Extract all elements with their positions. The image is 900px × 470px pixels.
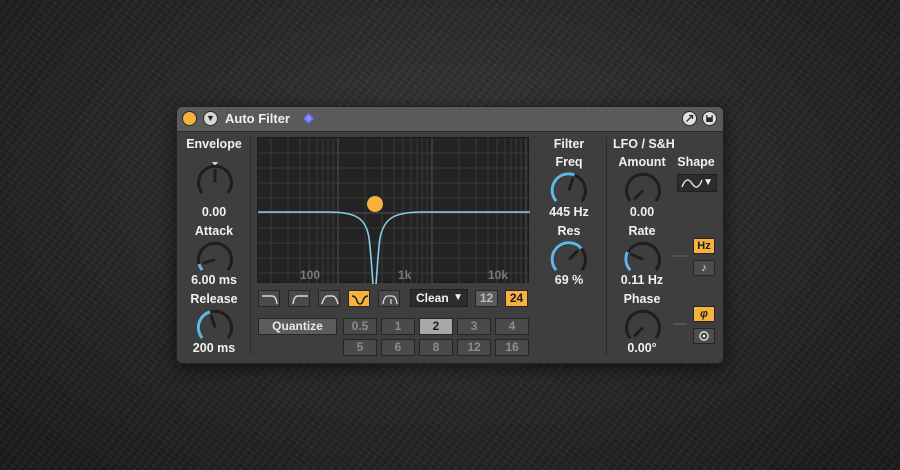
filter-type-lowpass-button[interactable] [258,290,280,307]
slope-24-button[interactable]: 24 [505,290,528,307]
section-divider [606,137,607,355]
envelope-section-label: Envelope [186,137,242,151]
dropdown-arrow-icon: ▼ [703,177,713,188]
circuit-type-select[interactable]: Clean ▼ [410,289,468,307]
phase-mode-button[interactable]: φ [693,306,715,322]
connector-line [673,323,687,325]
res-knob[interactable] [549,238,589,276]
quantize-option-2[interactable]: 2 [419,318,453,335]
lfo-amount-label: Amount [618,155,666,169]
lowpass-icon [262,295,278,305]
circuit-type-value: Clean [416,291,449,305]
res-label: Res [557,224,581,238]
sine-wave-icon [681,179,703,188]
expand-icon [686,114,694,122]
spin-mode-button[interactable] [693,328,715,344]
filter-type-morph-button[interactable] [378,290,400,307]
bandpass-icon [321,295,339,305]
section-divider [250,137,251,355]
rate-sync-mode-button[interactable]: ♪ [693,260,715,276]
spin-icon [699,331,709,341]
attack-label: Attack [194,224,234,238]
lfo-section-label: LFO / S&H [613,137,675,151]
shape-label: Shape [677,155,715,169]
release-knob[interactable] [195,306,235,344]
rate-label: Rate [628,224,656,238]
freq-value: 445 Hz [549,205,589,219]
device-title-bar[interactable]: ▼ Auto Filter [177,107,723,132]
quantize-option-1[interactable]: 1 [381,318,415,335]
auto-filter-device: ▼ Auto Filter Envelope 0.00 Attack 6.00 … [176,106,724,364]
rate-hz-mode-button[interactable]: Hz [693,238,715,254]
device-settings-button[interactable] [682,111,697,126]
quantize-option-0-5[interactable]: 0.5 [343,318,377,335]
filter-type-bandpass-button[interactable] [318,290,340,307]
highpass-icon [292,295,308,305]
quantize-option-12[interactable]: 12 [457,339,491,356]
lfo-phase-knob[interactable] [623,306,663,344]
freq-knob[interactable] [549,169,589,207]
envelope-amount-knob[interactable] [195,157,235,199]
phase-label: Phase [623,292,661,306]
envelope-amount-value: 0.00 [201,205,227,219]
save-preset-button[interactable] [702,111,717,126]
lfo-rate-knob[interactable] [623,238,663,276]
lfo-rate-value: 0.11 Hz [620,273,664,287]
morph-icon [382,295,398,305]
filter-response-display[interactable]: 100 1k 10k [257,137,530,284]
chevron-down-icon: ▼ [206,113,215,123]
freq-tick-100: 100 [300,268,321,282]
quantize-option-6[interactable]: 6 [381,339,415,356]
hot-swap-icon[interactable] [303,113,314,124]
lfo-phase-value: 0.00° [627,341,657,355]
freq-tick-10k: 10k [488,268,509,282]
quantize-option-4[interactable]: 4 [495,318,529,335]
attack-value: 6.00 ms [191,273,237,287]
connector-line [673,255,687,257]
quantize-option-3[interactable]: 3 [457,318,491,335]
quantize-option-16[interactable]: 16 [495,339,529,356]
filter-type-highpass-button[interactable] [288,290,310,307]
filter-type-notch-button[interactable] [348,290,370,307]
dropdown-arrow-icon: ▼ [453,292,463,303]
lfo-shape-select[interactable]: ▼ [677,174,717,192]
quantize-option-5[interactable]: 5 [343,339,377,356]
slope-12-button[interactable]: 12 [475,290,498,307]
device-title: Auto Filter [225,111,290,126]
release-label: Release [190,292,238,306]
cutoff-handle[interactable] [367,196,383,212]
quantize-button[interactable]: Quantize [258,318,337,335]
lfo-amount-value: 0.00 [629,205,655,219]
quantize-option-8[interactable]: 8 [419,339,453,356]
freq-tick-1k: 1k [398,268,412,282]
freq-label: Freq [555,155,583,169]
release-value: 200 ms [192,341,236,355]
device-power-button[interactable] [182,111,197,126]
res-value: 69 % [554,273,584,287]
notch-icon [351,295,369,305]
save-icon [706,115,713,122]
attack-knob[interactable] [195,238,235,276]
lfo-amount-knob[interactable] [623,169,663,207]
filter-graph [258,138,530,284]
filter-section-label: Filter [553,137,585,151]
fold-button[interactable]: ▼ [203,111,218,126]
